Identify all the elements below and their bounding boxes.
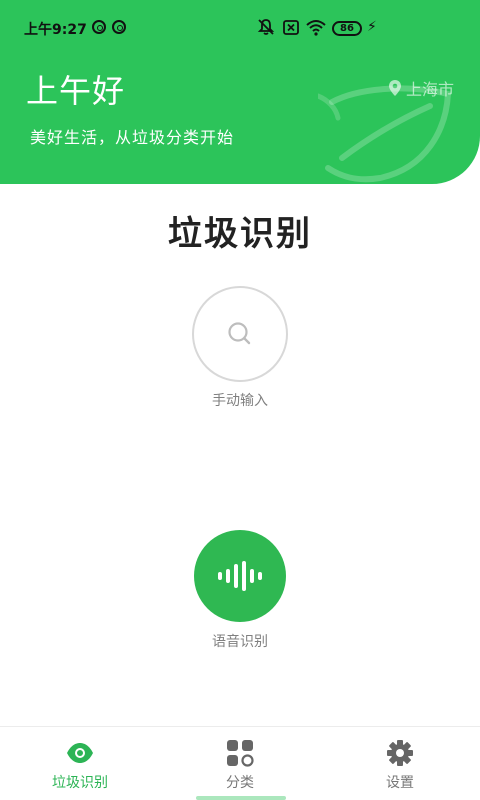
wifi-icon: [306, 20, 326, 36]
vpn-ring-icon: [92, 20, 106, 34]
leaf-decoration-icon: [318, 85, 452, 183]
tab-label: 垃圾识别: [52, 775, 108, 791]
greeting-text: 上午好: [26, 72, 126, 110]
status-left-icons: [92, 20, 126, 34]
gear-icon: [387, 740, 413, 766]
voice-wave-icon: [218, 561, 262, 591]
battery-icon: 86: [332, 21, 362, 36]
category-grid-icon: [227, 740, 254, 767]
manual-input-label: 手动输入: [212, 393, 268, 409]
voice-recognition-label: 语音识别: [212, 634, 268, 650]
home-indicator: [196, 796, 286, 800]
tab-label: 分类: [226, 775, 254, 791]
tab-garbage-recognition[interactable]: 垃圾识别: [0, 727, 160, 800]
eye-icon: [67, 743, 93, 763]
status-bar: 上午9:27 86 ⚡: [0, 0, 480, 56]
mute-bell-icon: [257, 19, 275, 35]
tab-settings[interactable]: 设置: [320, 727, 480, 800]
voice-recognition-button[interactable]: [194, 530, 286, 622]
tab-label: 设置: [386, 775, 414, 791]
bottom-tab-bar: 垃圾识别 分类 设置: [0, 726, 480, 800]
charging-icon: ⚡: [367, 19, 377, 35]
slogan-text: 美好生活，从垃圾分类开始: [30, 128, 235, 147]
tab-category[interactable]: 分类: [160, 727, 320, 800]
sim-x-icon: [283, 20, 299, 35]
page-title: 垃圾识别: [168, 214, 312, 254]
header-banner: 上午9:27 86 ⚡ 上午好 美好生活，从垃圾分类开始 上海市: [0, 0, 480, 184]
search-icon: [228, 322, 251, 345]
manual-input-button[interactable]: [192, 286, 288, 382]
status-time: 上午9:27: [24, 22, 87, 38]
sync-ring-icon: [112, 20, 126, 34]
